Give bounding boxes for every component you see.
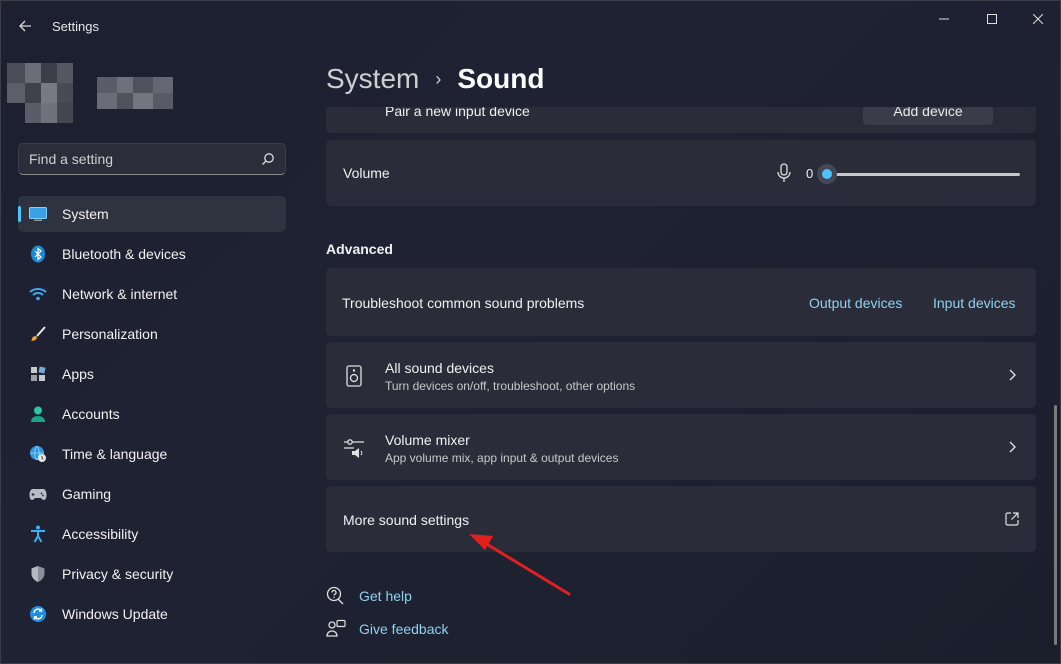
- breadcrumb: System › Sound: [326, 59, 544, 99]
- blurred-account-avatar[interactable]: [7, 63, 173, 123]
- sidebar-item-windows-update[interactable]: Windows Update: [18, 596, 286, 632]
- minimize-icon: [939, 18, 949, 20]
- sidebar-nav: System Bluetooth & devices Network & int…: [18, 196, 286, 636]
- volume-mixer-title: Volume mixer: [385, 432, 470, 448]
- app-title: Settings: [52, 19, 99, 34]
- gamepad-icon: [29, 485, 47, 503]
- volume-slider-track[interactable]: [828, 173, 1020, 176]
- sidebar-item-label: Accessibility: [62, 526, 139, 542]
- search-box[interactable]: [18, 143, 286, 175]
- all-sound-devices-card[interactable]: All sound devices Turn devices on/off, t…: [326, 342, 1036, 408]
- give-feedback-label: Give feedback: [359, 621, 449, 637]
- maximize-button[interactable]: [969, 9, 1015, 29]
- volume-mixer-card[interactable]: Volume mixer App volume mix, app input &…: [326, 414, 1036, 480]
- more-sound-settings-title: More sound settings: [343, 512, 470, 528]
- sidebar-item-personalization[interactable]: Personalization: [18, 316, 286, 352]
- scrollbar[interactable]: [1054, 405, 1057, 645]
- mixer-icon: [344, 439, 364, 458]
- close-icon: [1033, 14, 1043, 24]
- person-icon: [29, 405, 47, 423]
- sidebar-item-label: Privacy & security: [62, 566, 174, 582]
- volume-mixer-subtitle: App volume mix, app input & output devic…: [385, 451, 619, 465]
- breadcrumb-parent[interactable]: System: [326, 63, 419, 95]
- sidebar-item-label: Accounts: [62, 406, 120, 422]
- wifi-icon: [29, 285, 47, 303]
- sidebar-item-label: Network & internet: [62, 286, 178, 302]
- chevron-right-icon: [1009, 369, 1016, 381]
- help-chat-icon: [326, 586, 346, 606]
- volume-value: 0: [806, 166, 814, 181]
- microphone-icon[interactable]: [776, 163, 792, 183]
- troubleshoot-card: Troubleshoot common sound problems Outpu…: [326, 268, 1036, 336]
- sidebar-item-label: Bluetooth & devices: [62, 246, 186, 262]
- get-help-link[interactable]: Get help: [326, 586, 412, 606]
- feedback-icon: [326, 619, 346, 639]
- sidebar-item-label: Gaming: [62, 486, 112, 502]
- brush-icon: [29, 325, 47, 343]
- more-sound-settings-card[interactable]: More sound settings: [326, 486, 1036, 552]
- sidebar-item-label: Apps: [62, 366, 94, 382]
- sidebar-item-network[interactable]: Network & internet: [18, 276, 286, 312]
- sidebar-item-time-language[interactable]: Time & language: [18, 436, 286, 472]
- troubleshoot-title: Troubleshoot common sound problems: [342, 295, 585, 311]
- back-button[interactable]: [11, 13, 39, 39]
- input-devices-link[interactable]: Input devices: [933, 295, 1016, 311]
- volume-slider-thumb[interactable]: [817, 164, 837, 184]
- sidebar-item-accessibility[interactable]: Accessibility: [18, 516, 286, 552]
- globe-clock-icon: [29, 445, 47, 463]
- pair-device-card: Pair a new input device Add device: [326, 107, 1036, 133]
- sidebar-item-system[interactable]: System: [18, 196, 286, 232]
- give-feedback-link[interactable]: Give feedback: [326, 619, 449, 639]
- output-devices-link[interactable]: Output devices: [809, 295, 902, 311]
- sidebar-item-label: System: [62, 206, 109, 222]
- search-icon[interactable]: [261, 152, 275, 166]
- title-bar: Settings: [1, 1, 1060, 51]
- breadcrumb-separator: ›: [435, 68, 442, 89]
- external-link-icon: [1005, 512, 1019, 526]
- content-area: Pair a new input device Add device Volum…: [326, 107, 1036, 663]
- volume-label: Volume: [343, 165, 390, 181]
- pair-device-title: Pair a new input device: [385, 107, 530, 119]
- sidebar-item-bluetooth[interactable]: Bluetooth & devices: [18, 236, 286, 272]
- minimize-button[interactable]: [921, 9, 967, 29]
- advanced-heading: Advanced: [326, 241, 393, 257]
- sidebar-item-privacy[interactable]: Privacy & security: [18, 556, 286, 592]
- sidebar-item-apps[interactable]: Apps: [18, 356, 286, 392]
- accessibility-icon: [29, 525, 47, 543]
- shield-icon: [29, 565, 47, 583]
- volume-card: Volume 0: [326, 140, 1036, 206]
- bluetooth-icon: [29, 245, 47, 263]
- page-title: Sound: [457, 63, 545, 94]
- settings-window: Settings Find a setting System Bluetooth…: [0, 0, 1061, 664]
- all-sound-devices-subtitle: Turn devices on/off, troubleshoot, other…: [385, 379, 636, 393]
- sidebar-item-label: Time & language: [62, 446, 168, 462]
- sidebar-item-label: Windows Update: [62, 606, 168, 622]
- apps-icon: [29, 365, 47, 383]
- update-icon: [29, 605, 47, 623]
- speaker-icon: [346, 365, 362, 387]
- all-sound-devices-title: All sound devices: [385, 360, 494, 376]
- monitor-icon: [29, 205, 47, 223]
- add-device-button[interactable]: Add device: [863, 107, 993, 125]
- close-button[interactable]: [1015, 9, 1060, 29]
- maximize-icon: [987, 14, 997, 24]
- sidebar-item-label: Personalization: [62, 326, 158, 342]
- sidebar-item-gaming[interactable]: Gaming: [18, 476, 286, 512]
- search-input[interactable]: [19, 144, 285, 174]
- get-help-label: Get help: [359, 588, 412, 604]
- sidebar-item-accounts[interactable]: Accounts: [18, 396, 286, 432]
- back-arrow-icon: [19, 20, 31, 32]
- chevron-right-icon: [1009, 441, 1016, 453]
